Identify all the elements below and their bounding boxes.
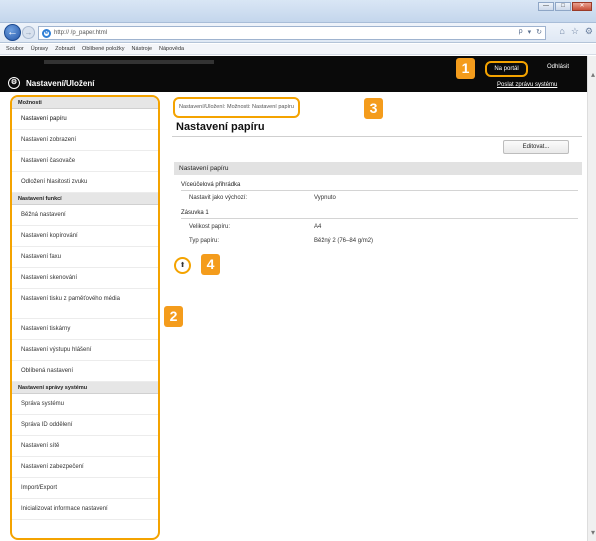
group-title-multipurpose-tray: Víceúčelová přihrádka [181,182,241,188]
callout-1: 1 [456,58,475,79]
sidebar-item-department-id[interactable]: Správa ID oddělení [12,415,158,436]
search-icon[interactable]: ρ [519,28,523,36]
row-label-set-as-default: Nastavit jako výchozí: [189,195,248,201]
arrow-left-icon: ← [7,26,18,38]
menu-tools[interactable]: Nástroje [132,44,152,54]
address-url: http:// /p_paper.html [54,30,108,36]
group-divider [181,190,578,191]
row-value-paper-size: A4 [314,224,322,230]
send-message-link[interactable]: Poslat zprávu systému [497,82,557,88]
portal-button[interactable]: Na portál [485,61,528,77]
address-tools: ρ ▾ ↻ [519,28,542,36]
browser-toolbar-icons: ⌂ ☆ ⚙ [559,26,593,37]
maximize-button[interactable]: □ [555,2,571,11]
address-bar[interactable]: e http:// /p_paper.html ρ ▾ ↻ [38,26,546,40]
window-controls: — □ ✕ [538,2,592,11]
edit-button[interactable]: Editovat... [503,140,569,154]
back-button[interactable]: ← [4,24,21,41]
sidebar-item-security-settings[interactable]: Nastavení zabezpečení [12,457,158,478]
group-divider [181,218,578,219]
menu-favorites[interactable]: Oblíbené položky [82,44,125,54]
sidebar-item-memory-media-print[interactable]: Nastavení tisku z paměťového média [12,289,158,319]
settings-gear-icon[interactable]: ⚙ [585,26,593,37]
settings-register-icon: ⚙ [8,77,20,89]
sidebar-section-system-management: Nastavení správy systému [12,382,158,394]
sidebar-item-copy-settings[interactable]: Nastavení kopírování [12,226,158,247]
refresh-icon[interactable]: ↻ [536,28,542,36]
home-icon[interactable]: ⌂ [559,26,564,37]
page-title: Nastavení papíru [176,121,265,133]
arrow-right-icon: → [24,28,33,37]
row-value-paper-type: Běžný 2 (76–84 g/m2) [314,238,374,244]
forward-button[interactable]: → [22,26,35,39]
minimize-button[interactable]: — [538,2,554,11]
page-scrollbar[interactable] [587,56,596,541]
sidebar-item-paper-settings[interactable]: Nastavení papíru [12,109,158,130]
blurred-device-info [44,60,214,64]
close-window-button[interactable]: ✕ [572,2,592,11]
sidebar-section-function-settings: Nastavení funkcí [12,193,158,205]
browser-title-bar: — □ ✕ [0,0,596,23]
sidebar-section-options: Možnosti [12,97,158,109]
sidebar-item-timer-settings[interactable]: Nastavení časovače [12,151,158,172]
callout-4: 4 [201,254,220,275]
row-label-paper-size: Velikost papíru: [189,224,231,230]
dropdown-icon[interactable]: ▾ [528,28,532,36]
app-brand: ⚙ Nastavení/Uložení [8,77,94,89]
row-value-set-as-default: Vypnuto [314,195,336,201]
logout-link[interactable]: Odhlásit [547,64,569,70]
group-title-drawer-1: Zásuvka 1 [181,210,209,216]
sidebar-item-volume-settings[interactable]: Odložení hlasitosti zvuku [12,172,158,193]
sidebar-item-system-management[interactable]: Správa systému [12,394,158,415]
browser-menu-bar: Soubor Úpravy Zobrazit Oblíbené položky … [0,44,596,55]
settings-sidebar: Možnosti Nastavení papíru Nastavení zobr… [10,95,160,540]
sidebar-item-display-settings[interactable]: Nastavení zobrazení [12,130,158,151]
menu-help[interactable]: Nápověda [159,44,184,54]
scroll-up-arrow-icon[interactable]: ▴ [591,70,595,79]
arrow-up-icon: ⬆ [179,262,186,269]
sidebar-item-printer-settings[interactable]: Nastavení tiskárny [12,319,158,340]
sidebar-item-scan-settings[interactable]: Nastavení skenování [12,268,158,289]
ie-logo-icon: e [42,28,51,38]
menu-edit[interactable]: Úpravy [31,44,48,54]
sidebar-item-network-settings[interactable]: Nastavení sítě [12,436,158,457]
browser-nav-row: ← → e http:// /p_paper.html ρ ▾ ↻ ⌂ ☆ ⚙ [0,23,596,43]
sidebar-item-favorite-settings[interactable]: Oblíbená nastavení [12,361,158,382]
scroll-down-arrow-icon[interactable]: ▾ [591,528,595,537]
favorites-star-icon[interactable]: ☆ [571,26,579,37]
sidebar-item-fax-settings[interactable]: Nastavení faxu [12,247,158,268]
app-title: Nastavení/Uložení [26,78,95,88]
sidebar-item-report-output[interactable]: Nastavení výstupu hlášení [12,340,158,361]
callout-3: 3 [364,98,383,119]
title-divider [172,136,582,137]
back-to-top-button[interactable]: ⬆ [174,257,191,274]
callout-2: 2 [164,306,183,327]
panel-header: Nastavení papíru [174,162,582,175]
breadcrumb[interactable]: Nastavení/Uložení: Možnosti: Nastavení p… [173,97,300,118]
menu-view[interactable]: Zobrazit [55,44,75,54]
row-label-paper-type: Typ papíru: [189,238,220,244]
app-header: ⚙ Nastavení/Uložení Na portál Odhlásit P… [0,56,596,92]
sidebar-item-initialize-settings[interactable]: Inicializovat informace nastavení [12,499,158,520]
sidebar-item-import-export[interactable]: Import/Export [12,478,158,499]
menu-file[interactable]: Soubor [6,44,24,54]
sidebar-item-common-settings[interactable]: Běžná nastavení [12,205,158,226]
